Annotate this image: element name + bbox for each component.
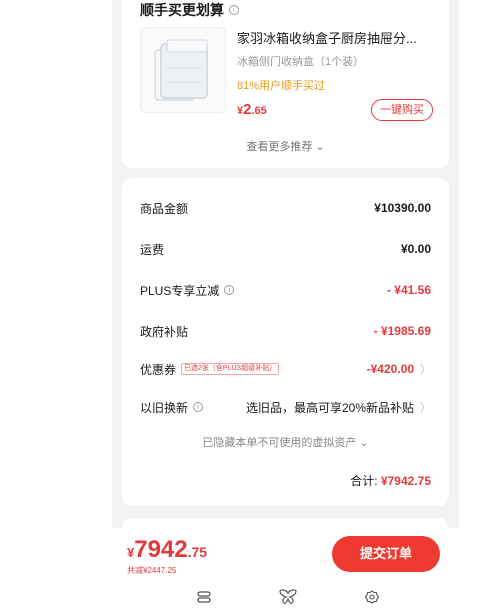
- pay-integer: 7942: [134, 536, 188, 563]
- checkout-bar: ¥7942.75 共减¥2447.25 提交订单: [112, 528, 459, 611]
- phone-screen: 顺手买更划算 i 家羽冰箱收纳盒子厨房抽屉分... 冰箱侧门收纳盒（1个装） 8…: [112, 0, 459, 611]
- gov-subsidy-label: 政府补贴: [140, 324, 189, 339]
- plus-discount-label: PLUS专享立减: [140, 283, 220, 298]
- price-decimal: .65: [251, 105, 267, 117]
- coupon-tag: 已选2张（含PLUS超级补贴）: [181, 363, 280, 375]
- order-total: 合计: ¥7942.75: [350, 472, 431, 489]
- recommend-header: 顺手买更划算 i: [140, 0, 239, 20]
- coupon-value: -¥420.00: [366, 362, 414, 376]
- butterfly-icon[interactable]: [278, 587, 298, 607]
- recommend-title: 顺手买更划算: [140, 2, 224, 18]
- saved-amount: 共减¥2447.25: [127, 566, 177, 575]
- shipping-value: ¥0.00: [400, 242, 431, 256]
- summary-row-plus-discount: PLUS专享立减 i - ¥41.56: [140, 280, 431, 300]
- pay-total: ¥7942.75: [127, 536, 207, 564]
- info-icon[interactable]: i: [224, 285, 235, 295]
- plus-discount-value: - ¥41.56: [386, 283, 431, 297]
- shipping-label: 运费: [140, 242, 165, 257]
- product-price: ¥2.65: [237, 101, 267, 119]
- info-icon[interactable]: i: [229, 5, 239, 15]
- menu-icon[interactable]: [194, 587, 214, 607]
- gov-subsidy-value: - ¥1985.69: [373, 324, 431, 338]
- recommend-card: 顺手买更划算 i 家羽冰箱收纳盒子厨房抽屉分... 冰箱侧门收纳盒（1个装） 8…: [122, 0, 449, 168]
- info-icon[interactable]: i: [193, 402, 204, 412]
- one-click-buy-button[interactable]: 一键购买: [371, 99, 433, 121]
- hidden-assets-toggle[interactable]: 已隐藏本单不可使用的虚拟资产 ⌄: [122, 434, 449, 450]
- total-label: 合计:: [350, 474, 378, 488]
- summary-row-gov-subsidy: 政府补贴 - ¥1985.69: [140, 321, 431, 341]
- trade-in-label: 以旧换新: [140, 400, 189, 415]
- purchase-badge: 81%用户顺手买过: [237, 80, 326, 92]
- product-image[interactable]: [140, 27, 226, 113]
- order-summary-card: 商品金额 ¥10390.00 运费 ¥0.00 PLUS专享立减 i - ¥41…: [122, 178, 449, 506]
- pay-decimal: .75: [187, 544, 208, 560]
- settings-icon[interactable]: [362, 587, 382, 607]
- total-value: ¥7942.75: [380, 474, 431, 488]
- summary-row-goods-amount: 商品金额 ¥10390.00: [140, 198, 431, 218]
- goods-amount-value: ¥10390.00: [374, 201, 431, 215]
- more-recommendations-link[interactable]: 查看更多推荐 ⌄: [122, 138, 449, 154]
- product-name[interactable]: 家羽冰箱收纳盒子厨房抽屉分...: [237, 28, 437, 47]
- chevron-right-icon: 〉: [420, 364, 431, 376]
- coupon-label: 优惠券: [140, 362, 177, 377]
- summary-row-shipping: 运费 ¥0.00: [140, 239, 431, 259]
- summary-row-trade-in[interactable]: 以旧换新 i 选旧品，最高可享20%新品补贴 〉: [140, 397, 431, 417]
- summary-row-coupon[interactable]: 优惠券 已选2张（含PLUS超级补贴） -¥420.00 〉: [140, 359, 431, 379]
- trade-in-value: 选旧品，最高可享20%新品补贴: [245, 400, 414, 415]
- chevron-right-icon: 〉: [420, 402, 431, 414]
- product-spec: 冰箱侧门收纳盒（1个装）: [237, 56, 365, 68]
- submit-order-button[interactable]: 提交订单: [332, 536, 440, 572]
- storage-box-icon: [154, 39, 208, 101]
- goods-amount-label: 商品金额: [140, 201, 189, 216]
